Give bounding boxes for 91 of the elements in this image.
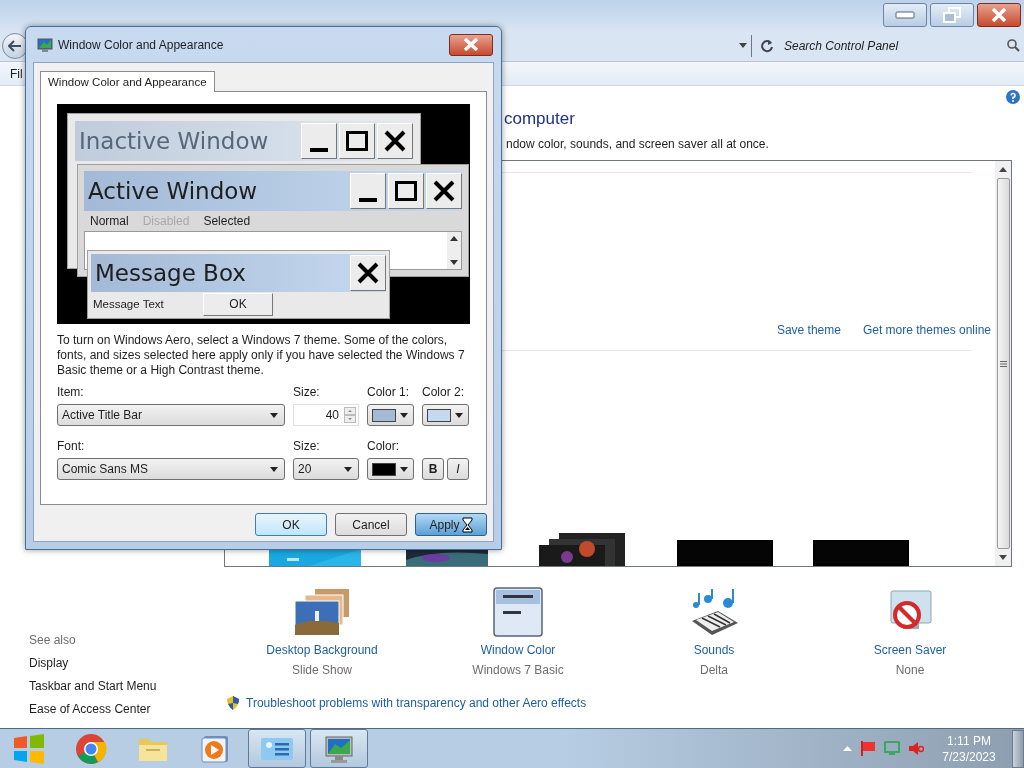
scroll-down-icon bbox=[450, 260, 458, 265]
item-label: Item: bbox=[57, 385, 85, 399]
size-label: Size: bbox=[293, 385, 321, 399]
color-1-label: Color 1: bbox=[367, 385, 411, 399]
flag-icon[interactable] bbox=[860, 741, 876, 756]
page-heading: computer bbox=[504, 108, 575, 130]
clock-date: 7/23/2023 bbox=[942, 748, 996, 765]
caret-icon bbox=[270, 412, 278, 418]
theme-link[interactable]: Save theme bbox=[776, 322, 841, 338]
caret-icon bbox=[270, 466, 278, 472]
back-button[interactable] bbox=[2, 32, 28, 59]
font-dropdown[interactable]: Comic Sans MS bbox=[57, 458, 285, 480]
browser-icon bbox=[75, 732, 107, 765]
grip-icon bbox=[999, 360, 1007, 367]
setting-link[interactable]: Desktop Background bbox=[266, 642, 378, 658]
restore-button[interactable] bbox=[930, 3, 974, 27]
color-2-label: Color 2: bbox=[422, 385, 466, 399]
see-also-heading: See also bbox=[29, 632, 77, 649]
bold-button[interactable]: B bbox=[422, 458, 444, 480]
maximize-button[interactable] bbox=[388, 173, 424, 209]
setting-value: None bbox=[895, 662, 925, 678]
caret-icon bbox=[400, 412, 408, 418]
minimize-icon bbox=[359, 198, 377, 202]
message-text: Message Text bbox=[93, 298, 165, 310]
maximize-icon bbox=[346, 131, 368, 151]
minimize-icon bbox=[895, 11, 915, 19]
see-also-link[interactable]: Ease of Access Center bbox=[29, 698, 224, 721]
hourglass-cursor-icon bbox=[461, 516, 473, 533]
windows-logo-icon bbox=[12, 733, 46, 764]
dialog-button[interactable]: Cancel bbox=[335, 513, 407, 536]
page-description: ndow color, sounds, and screen saver all at once. bbox=[506, 136, 769, 152]
troubleshoot-link[interactable]: Troubleshoot problems with transparency and other Aero effects bbox=[246, 694, 587, 712]
show-desktop-button[interactable] bbox=[1012, 729, 1024, 768]
menu-item[interactable]: Fil bbox=[10, 66, 23, 81]
maximize-icon bbox=[395, 181, 417, 201]
dialog-button[interactable]: OK bbox=[255, 513, 327, 536]
taskbar-button[interactable] bbox=[248, 729, 306, 768]
tab[interactable]: Window Color and Appearance bbox=[40, 71, 215, 92]
setting-value: Windows 7 Basic bbox=[472, 662, 564, 678]
close-icon bbox=[357, 262, 379, 284]
close-icon bbox=[991, 8, 1007, 22]
search-field[interactable]: Search Control Panel bbox=[784, 38, 1007, 53]
color-2-picker[interactable] bbox=[422, 404, 469, 426]
restore-icon bbox=[943, 7, 961, 23]
scroll-up-icon bbox=[450, 236, 458, 241]
caret-icon bbox=[344, 466, 352, 472]
caret-icon bbox=[400, 466, 408, 472]
scroll-up-icon[interactable] bbox=[999, 167, 1007, 172]
dialog-button[interactable]: Apply bbox=[415, 513, 487, 536]
font-size-label: Size: bbox=[293, 439, 321, 453]
item-dropdown[interactable]: Active Title Bar bbox=[57, 404, 285, 426]
close-icon bbox=[433, 180, 455, 202]
font-size-dropdown[interactable]: 20 bbox=[293, 458, 359, 480]
dialog-title: Window Color and Appearance bbox=[58, 37, 224, 52]
back-arrow-icon bbox=[8, 39, 22, 52]
setting-value: Delta bbox=[700, 662, 728, 678]
inactive-window-title: Inactive Window bbox=[79, 128, 269, 154]
close-button[interactable] bbox=[449, 33, 493, 56]
play-icon bbox=[201, 734, 229, 763]
refresh-icon[interactable] bbox=[760, 38, 774, 53]
taskbar-button[interactable] bbox=[310, 729, 368, 768]
help-icon[interactable] bbox=[1006, 90, 1020, 104]
close-icon bbox=[463, 38, 479, 51]
setting-value: Slide Show bbox=[291, 662, 352, 678]
font-color-label: Color: bbox=[367, 439, 400, 453]
see-also-link[interactable]: Display bbox=[29, 652, 224, 675]
display-settings-icon bbox=[37, 36, 53, 53]
font-label: Font: bbox=[57, 439, 86, 453]
theme-link[interactable]: Get more themes online bbox=[862, 322, 991, 338]
italic-button[interactable]: I bbox=[447, 458, 469, 480]
close-button[interactable] bbox=[977, 3, 1021, 27]
setting-link[interactable]: Window Color bbox=[480, 642, 556, 658]
color-1-picker[interactable] bbox=[367, 404, 414, 426]
scrollbar[interactable] bbox=[995, 161, 1011, 566]
photos-icon[interactable] bbox=[293, 587, 351, 637]
shield-icon bbox=[226, 696, 240, 710]
caret-icon bbox=[455, 412, 463, 418]
scroll-thumb[interactable] bbox=[996, 178, 1010, 549]
see-also-link[interactable]: Taskbar and Start Menu bbox=[29, 675, 224, 698]
scroll-down-icon[interactable] bbox=[999, 555, 1007, 560]
close-icon bbox=[384, 130, 406, 152]
dropdown-arrow-icon[interactable] bbox=[739, 43, 747, 48]
monitor-icon bbox=[323, 733, 355, 764]
setting-link[interactable]: Sounds bbox=[693, 642, 735, 658]
ok-button[interactable]: OK bbox=[203, 292, 273, 316]
window-icon[interactable] bbox=[493, 587, 543, 637]
font-color-picker[interactable] bbox=[367, 458, 414, 480]
minimize-icon bbox=[310, 148, 328, 152]
search-icon[interactable] bbox=[1007, 39, 1020, 52]
clock-time: 1:11 PM bbox=[947, 732, 991, 749]
setting-link[interactable]: Screen Saver bbox=[873, 642, 947, 658]
